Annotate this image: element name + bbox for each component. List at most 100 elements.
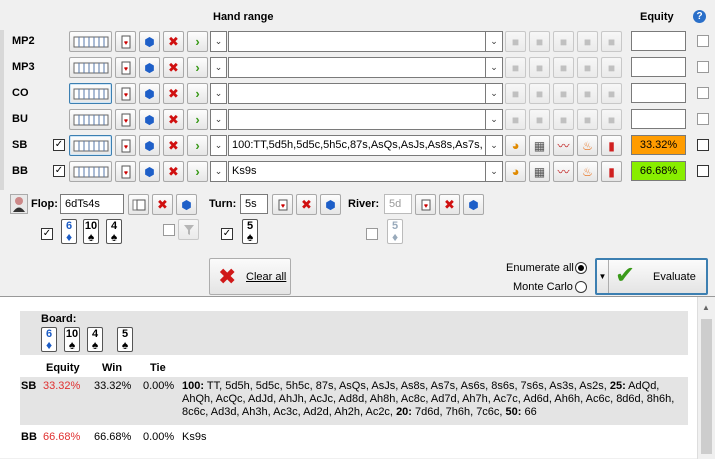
range-matrix-button-mp3[interactable] xyxy=(69,57,112,78)
river-clear-button[interactable]: ✖ xyxy=(439,194,460,215)
calculator-button-mp3[interactable]: ■ xyxy=(529,57,550,78)
river-checkbox[interactable] xyxy=(366,228,378,240)
range-dropdown-bb[interactable]: ⌄ xyxy=(486,161,503,182)
flop-clear-button[interactable]: ✖ xyxy=(152,194,173,215)
river-input[interactable]: 5d xyxy=(384,194,412,214)
graph-button-sb[interactable]: 〰 xyxy=(553,135,574,156)
player-checkbox-sb[interactable]: ✓ xyxy=(53,139,65,151)
bar-chart-button-mp3[interactable]: ■ xyxy=(601,57,622,78)
graph-button-mp2[interactable]: ■ xyxy=(553,31,574,52)
flame-button-sb[interactable]: ♨ xyxy=(577,135,598,156)
range-history-dropdown-mp2[interactable]: ⌄ xyxy=(210,31,227,52)
equity-button-co[interactable]: ■ xyxy=(505,83,526,104)
calculator-button-mp2[interactable]: ■ xyxy=(529,31,550,52)
bar-chart-button-mp2[interactable]: ■ xyxy=(601,31,622,52)
range-history-dropdown-bu[interactable]: ⌄ xyxy=(210,109,227,130)
flop-filter-checkbox[interactable] xyxy=(163,224,175,236)
filter-button[interactable] xyxy=(178,219,199,240)
flop-input[interactable]: 6dTs4s xyxy=(60,194,124,214)
player-lock-checkbox-mp2[interactable] xyxy=(697,35,709,47)
bar-chart-button-bu[interactable]: ■ xyxy=(601,109,622,130)
next-button-mp3[interactable]: › xyxy=(187,57,208,78)
range-input-sb[interactable]: 100:TT,5d5h,5d5c,5h5c,87s,AsQs,AsJs,As8s… xyxy=(228,135,486,156)
range-matrix-button-bu[interactable] xyxy=(69,109,112,130)
random-hand-button-sb[interactable]: ⬢ xyxy=(139,135,160,156)
random-hand-button-bu[interactable]: ⬢ xyxy=(139,109,160,130)
range-input-co[interactable] xyxy=(228,83,486,104)
river-card-picker-button[interactable]: ♥ xyxy=(415,194,436,215)
range-matrix-button-bb[interactable] xyxy=(69,161,112,182)
card-picker-button-bb[interactable]: ♥ xyxy=(115,161,136,182)
card-picker-button-sb[interactable]: ♥ xyxy=(115,135,136,156)
range-matrix-button-co[interactable] xyxy=(69,83,112,104)
random-hand-button-mp2[interactable]: ⬢ xyxy=(139,31,160,52)
evaluate-dropdown-arrow-icon[interactable]: ▼ xyxy=(597,260,609,293)
flame-button-mp3[interactable]: ■ xyxy=(577,57,598,78)
monte-carlo-radio[interactable] xyxy=(575,281,587,293)
player-lock-checkbox-mp3[interactable] xyxy=(697,61,709,73)
equity-button-sb[interactable]: ◕ xyxy=(505,135,526,156)
bar-chart-button-co[interactable]: ■ xyxy=(601,83,622,104)
flame-button-bu[interactable]: ■ xyxy=(577,109,598,130)
bar-chart-button-bb[interactable]: ▮ xyxy=(601,161,622,182)
clear-range-button-sb[interactable]: ✖ xyxy=(163,135,184,156)
clear-range-button-mp3[interactable]: ✖ xyxy=(163,57,184,78)
range-history-dropdown-sb[interactable]: ⌄ xyxy=(210,135,227,156)
next-button-bu[interactable]: › xyxy=(187,109,208,130)
player-lock-checkbox-bb[interactable] xyxy=(697,165,709,177)
player-avatar-icon[interactable] xyxy=(10,194,28,214)
flame-button-bb[interactable]: ♨ xyxy=(577,161,598,182)
graph-button-bu[interactable]: ■ xyxy=(553,109,574,130)
range-history-dropdown-bb[interactable]: ⌄ xyxy=(210,161,227,182)
player-lock-checkbox-bu[interactable] xyxy=(697,113,709,125)
turn-checkbox[interactable]: ✓ xyxy=(221,228,233,240)
river-random-button[interactable]: ⬢ xyxy=(463,194,484,215)
range-matrix-button-mp2[interactable] xyxy=(69,31,112,52)
flop-card-picker-button[interactable] xyxy=(128,194,149,215)
random-hand-button-co[interactable]: ⬢ xyxy=(139,83,160,104)
flop-random-button[interactable]: ⬢ xyxy=(176,194,197,215)
player-lock-checkbox-co[interactable] xyxy=(697,87,709,99)
graph-button-co[interactable]: ■ xyxy=(553,83,574,104)
graph-button-bb[interactable]: 〰 xyxy=(553,161,574,182)
player-checkbox-bb[interactable]: ✓ xyxy=(53,165,65,177)
random-hand-button-bb[interactable]: ⬢ xyxy=(139,161,160,182)
range-dropdown-co[interactable]: ⌄ xyxy=(486,83,503,104)
range-input-mp2[interactable] xyxy=(228,31,486,52)
range-input-bb[interactable]: Ks9s xyxy=(228,161,486,182)
turn-input[interactable]: 5s xyxy=(240,194,268,214)
clear-range-button-mp2[interactable]: ✖ xyxy=(163,31,184,52)
evaluate-button[interactable]: ▼ ✔ Evaluate xyxy=(595,258,708,295)
equity-button-mp2[interactable]: ■ xyxy=(505,31,526,52)
turn-clear-button[interactable]: ✖ xyxy=(296,194,317,215)
calculator-button-bb[interactable]: ▦ xyxy=(529,161,550,182)
range-matrix-button-sb[interactable] xyxy=(69,135,112,156)
clear-all-button[interactable]: ✖ Clear all xyxy=(209,258,291,295)
range-dropdown-bu[interactable]: ⌄ xyxy=(486,109,503,130)
scroll-up-icon[interactable]: ▲ xyxy=(702,303,710,312)
next-button-bb[interactable]: › xyxy=(187,161,208,182)
flame-button-mp2[interactable]: ■ xyxy=(577,31,598,52)
flop-checkbox[interactable]: ✓ xyxy=(41,228,53,240)
range-input-bu[interactable] xyxy=(228,109,486,130)
next-button-sb[interactable]: › xyxy=(187,135,208,156)
card-picker-button-mp2[interactable]: ♥ xyxy=(115,31,136,52)
card-picker-button-mp3[interactable]: ♥ xyxy=(115,57,136,78)
random-hand-button-mp3[interactable]: ⬢ xyxy=(139,57,160,78)
calculator-button-bu[interactable]: ■ xyxy=(529,109,550,130)
card-picker-button-co[interactable]: ♥ xyxy=(115,83,136,104)
scrollbar-thumb[interactable] xyxy=(701,319,712,454)
turn-random-button[interactable]: ⬢ xyxy=(320,194,341,215)
clear-range-button-bu[interactable]: ✖ xyxy=(163,109,184,130)
calculator-button-co[interactable]: ■ xyxy=(529,83,550,104)
range-history-dropdown-co[interactable]: ⌄ xyxy=(210,83,227,104)
range-history-dropdown-mp3[interactable]: ⌄ xyxy=(210,57,227,78)
equity-button-bb[interactable]: ◕ xyxy=(505,161,526,182)
range-dropdown-mp2[interactable]: ⌄ xyxy=(486,31,503,52)
range-dropdown-mp3[interactable]: ⌄ xyxy=(486,57,503,78)
graph-button-mp3[interactable]: ■ xyxy=(553,57,574,78)
help-icon[interactable]: ? xyxy=(693,10,706,23)
flame-button-co[interactable]: ■ xyxy=(577,83,598,104)
enumerate-all-radio[interactable] xyxy=(575,262,587,274)
turn-card-picker-button[interactable]: ♥ xyxy=(272,194,293,215)
